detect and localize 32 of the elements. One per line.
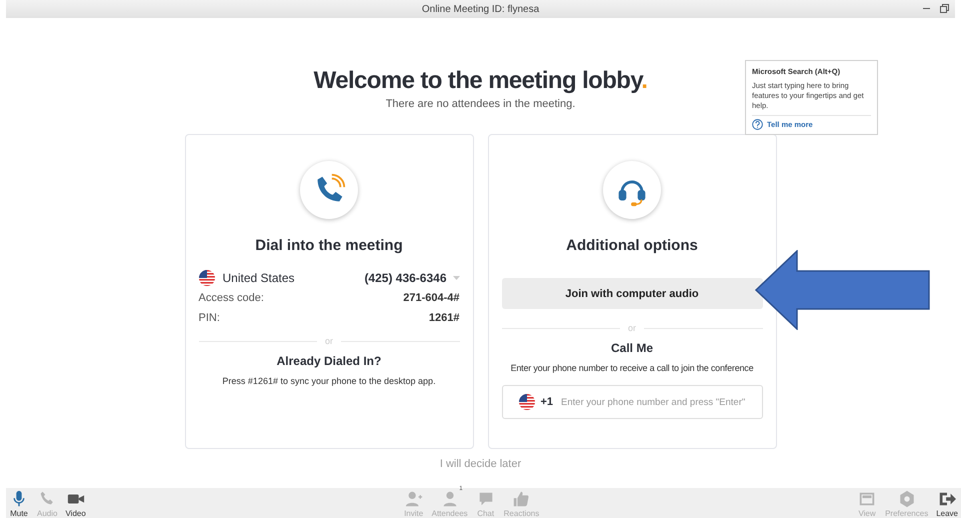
invite-icon xyxy=(404,490,424,508)
country-name: United States xyxy=(222,271,295,285)
lobby-heading: Welcome to the meeting lobby. xyxy=(314,66,648,96)
section-title: Already Dialed In? xyxy=(276,354,382,368)
phone-entry-box[interactable]: +1 Enter your phone number and press "Enter" xyxy=(502,385,762,419)
lobby-subtitle: There are no attendees in the meeting. xyxy=(386,98,576,110)
headset-icon xyxy=(603,161,661,219)
card-title: Dial into the meeting xyxy=(254,237,404,254)
field-value: 271-604-4# xyxy=(403,292,460,304)
field-value: 1261# xyxy=(428,312,460,324)
restore-icon[interactable] xyxy=(940,4,949,13)
country-code: +1 xyxy=(540,396,554,408)
help-icon xyxy=(752,119,763,130)
phone-number[interactable]: (425) 436-6346 xyxy=(364,271,446,285)
field-label: PIN: xyxy=(198,312,220,324)
field-label: Access code: xyxy=(198,292,264,304)
thumb-icon xyxy=(511,490,532,508)
instruction-text: Enter your phone number to receive a call to join the conference xyxy=(510,363,754,373)
instruction-text: Press #1261# to sync your phone to the desktop app. xyxy=(221,376,437,386)
toolbar-button[interactable]: Video xyxy=(62,488,89,518)
mute-button[interactable]: Mute xyxy=(6,488,32,518)
section-title: Call Me xyxy=(610,341,654,355)
phone-icon xyxy=(300,161,358,219)
leave-icon xyxy=(937,490,958,508)
card-title: Additional options xyxy=(565,237,699,254)
decide-later-link[interactable]: I will decide later xyxy=(440,458,522,470)
us-flag-icon xyxy=(518,394,534,410)
minimize-icon[interactable] xyxy=(923,8,930,10)
window-title: Online Meeting ID: flynesa xyxy=(422,4,540,14)
us-flag-icon xyxy=(198,270,214,286)
join-audio-button[interactable]: Join with computer audio xyxy=(502,278,762,309)
toolbar-button[interactable]: Leave xyxy=(933,488,961,518)
